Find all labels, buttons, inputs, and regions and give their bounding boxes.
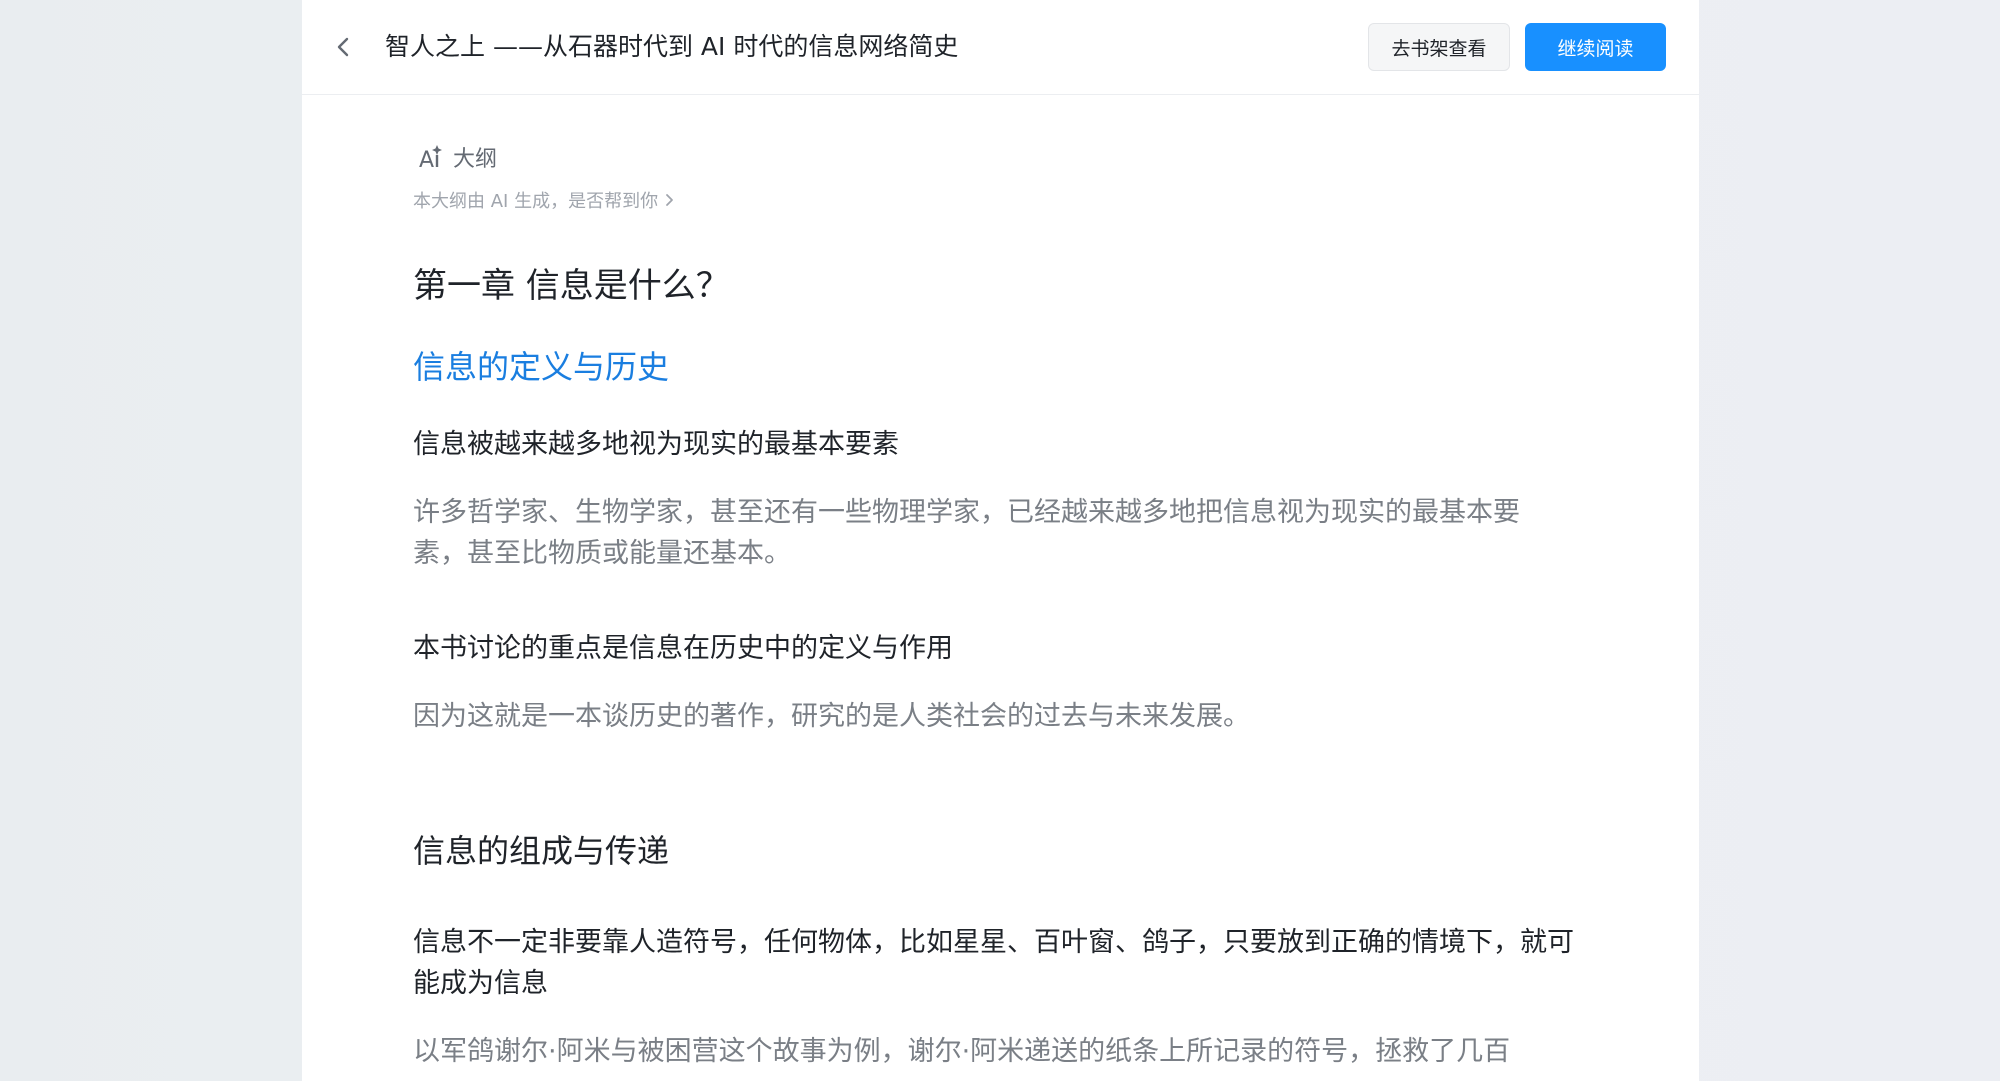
outline-label: 大纲 [453, 147, 498, 172]
chapter-title: 第一章 信息是什么？ [413, 266, 730, 306]
back-button[interactable] [324, 27, 364, 67]
chevron-left-icon [337, 37, 349, 57]
ai-note-text: 本大纲由 AI 生成，是否帮到你 [413, 191, 659, 212]
point-title: 信息不一定非要靠人造符号，任何物体，比如星星、百叶窗、鸽子，只要放到正确的情境下… [413, 927, 1574, 999]
section-title[interactable]: 信息的组成与传递 [413, 826, 669, 872]
svg-text:A: A [419, 148, 434, 171]
point-body: 许多哲学家、生物学家，甚至还有一些物理学家，已经越来越多地把信息视为现实的最基本… [413, 497, 1520, 569]
continue-reading-button[interactable]: 继续阅读 [1525, 23, 1666, 71]
point-title: 本书讨论的重点是信息在历史中的定义与作用 [413, 633, 953, 664]
point-body: 以军鸽谢尔·阿米与被困营这个故事为例，谢尔·阿米递送的纸条上所记录的符号，拯救了… [413, 1036, 1511, 1067]
section-title-active[interactable]: 信息的定义与历史 [413, 342, 669, 388]
ai-sparkle-icon: A AI [419, 145, 442, 171]
book-title: 智人之上 ——从石器时代到 AI 时代的信息网络简史 [385, 32, 959, 61]
point-title: 信息被越来越多地视为现实的最基本要素 [413, 429, 899, 460]
chevron-right-icon [666, 194, 673, 206]
ai-feedback-link[interactable]: 本大纲由 AI 生成，是否帮到你 [413, 187, 674, 213]
ai-outline-label: A AI 大纲 [419, 141, 497, 173]
top-bar: 智人之上 ——从石器时代到 AI 时代的信息网络简史 去书架查看 继续阅读 [302, 0, 1699, 95]
point-body: 因为这就是一本谈历史的著作，研究的是人类社会的过去与未来发展。 [413, 701, 1250, 732]
reader-page: 智人之上 ——从石器时代到 AI 时代的信息网络简史 去书架查看 继续阅读 A … [302, 0, 1699, 1081]
go-to-bookshelf-button[interactable]: 去书架查看 [1368, 23, 1510, 71]
